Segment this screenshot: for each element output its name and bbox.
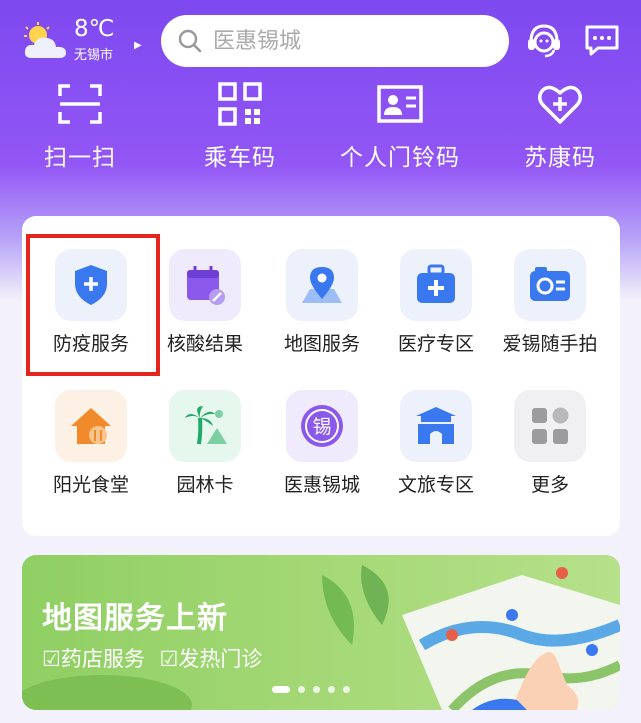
message-icon[interactable] [582,20,622,60]
service-icon-box [169,390,241,462]
xi-badge-icon: 锡 [301,405,343,447]
service-icon-box [400,249,472,321]
house-dining-icon [71,408,111,444]
palm-tree-icon [185,406,227,445]
more-grid-icon [532,407,569,444]
promo-banner[interactable]: 地图服务上新 ☑药店服务 ☑发热门诊 [22,555,620,710]
city-name: 无锡市 [74,48,114,63]
quick-action-ride-code[interactable]: 乘车码 [170,80,310,172]
highlight-box [26,234,160,376]
service-label: 园林卡 [176,474,234,496]
service-label: 核酸结果 [166,333,243,355]
quick-action-label: 扫一扫 [44,145,116,171]
service-label: 更多 [530,474,569,496]
banner-title: 地图服务上新 [42,601,228,636]
scan-icon [58,84,102,124]
medical-kit-icon [417,264,455,303]
qr-code-icon [218,82,262,126]
pagination-dot[interactable] [272,686,290,693]
service-culture-tourism[interactable]: 文旅专区 [376,390,496,497]
temperature: 8℃ [74,16,115,42]
weather-widget[interactable]: 8℃ 无锡市 ▶ [22,14,142,66]
service-snapshot-report[interactable]: 爱锡随手拍 [490,249,610,356]
quick-action-label: 乘车码 [204,145,276,171]
service-more[interactable]: 更多 [490,390,610,497]
service-icon-box [286,249,358,321]
pagination-dot[interactable] [313,686,320,693]
health-heart-icon [538,85,582,124]
quick-action-scan[interactable]: 扫一扫 [10,80,150,172]
service-icon-box [55,390,127,462]
search-input[interactable] [211,27,485,55]
id-card-icon [377,85,423,123]
pagination-dot[interactable] [328,686,335,693]
service-nucleic-result[interactable]: 核酸结果 [145,249,265,356]
caret-right-icon: ▶ [134,40,142,51]
service-icon-box [514,249,586,321]
quick-action-label: 苏康码 [524,145,596,171]
banner-tags: ☑药店服务 ☑发热门诊 [42,643,270,673]
service-label: 医疗专区 [397,333,474,355]
service-label: 爱锡随手拍 [502,333,598,355]
service-label: 医惠锡城 [283,474,360,496]
search-icon [178,29,202,53]
service-map[interactable]: 地图服务 [262,249,382,356]
service-sunshine-canteen[interactable]: 阳光食堂 [31,390,151,497]
banner-tag: ☑发热门诊 [159,647,263,671]
map-pin-icon [302,267,342,303]
sun-cloud-icon [24,22,66,58]
banner-tag: ☑药店服务 [42,647,145,671]
quick-action-label: 个人门铃码 [340,145,460,171]
quick-action-doorbell-code[interactable]: 个人门铃码 [330,80,470,172]
pagination-dot[interactable] [343,686,350,693]
gate-tower-icon [416,407,456,444]
service-label: 阳光食堂 [52,474,129,496]
service-icon-box: 锡 [286,390,358,462]
service-icon-box [169,249,241,321]
service-yihui-xicheng[interactable]: 锡 医惠锡城 [262,390,382,497]
quick-action-sukang-code[interactable]: 苏康码 [490,80,630,172]
service-label: 地图服务 [283,333,360,355]
service-garden-card[interactable]: 园林卡 [145,390,265,497]
svg-text:锡: 锡 [312,416,331,438]
service-icon-box [400,390,472,462]
pagination-dot[interactable] [298,686,305,693]
calendar-edit-icon [187,266,225,305]
customer-service-icon[interactable] [524,20,564,60]
service-medical-zone[interactable]: 医疗专区 [376,249,496,356]
service-label: 文旅专区 [397,474,474,496]
banner-pagination [272,686,350,693]
service-icon-box [514,390,586,462]
search-bar[interactable] [161,15,509,67]
camera-card-icon [530,267,570,301]
